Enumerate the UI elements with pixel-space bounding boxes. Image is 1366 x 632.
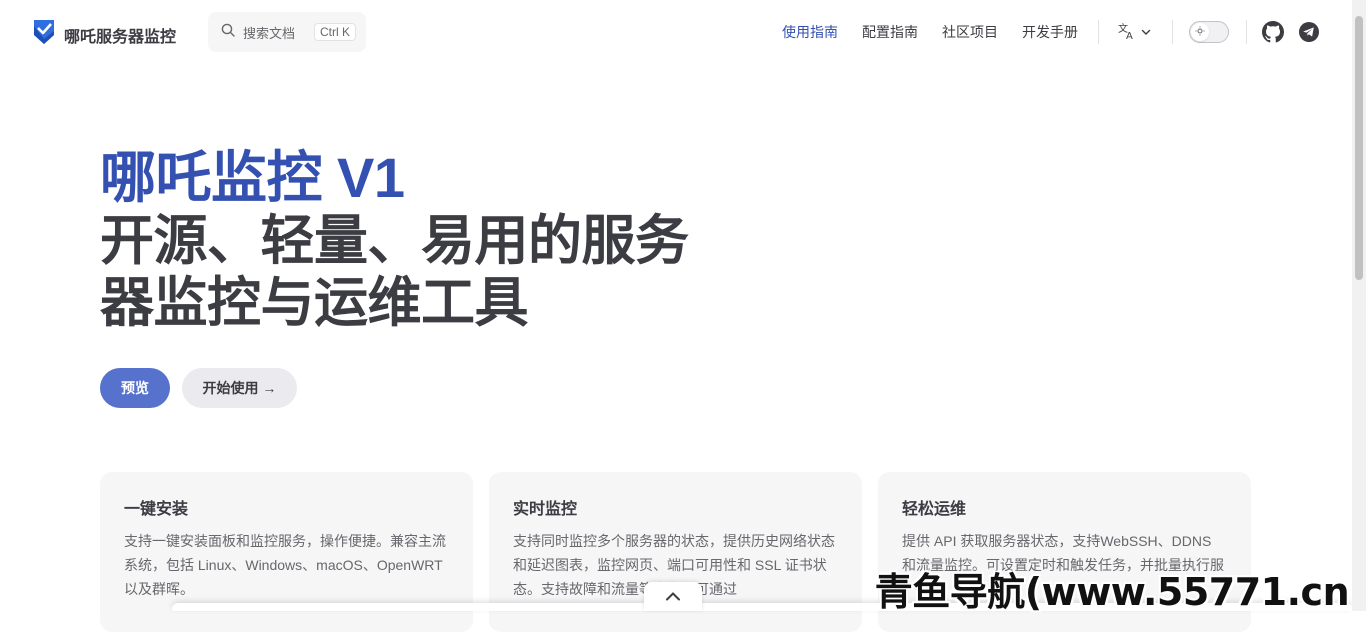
search-button[interactable]: 搜索文档 Ctrl K bbox=[208, 12, 366, 52]
nav-divider bbox=[1246, 20, 1247, 44]
feature-title: 一键安装 bbox=[124, 501, 189, 518]
get-started-button[interactable]: 开始使用 → bbox=[182, 368, 297, 408]
nav-link-guide[interactable]: 使用指南 bbox=[782, 22, 838, 42]
site-title: 哪吒服务器监控 bbox=[64, 28, 177, 46]
language-menu-button[interactable]: 文 A bbox=[1118, 22, 1152, 45]
chevron-up-icon bbox=[665, 588, 681, 606]
feature-title: 轻松运维 bbox=[902, 501, 967, 518]
scrollbar-thumb[interactable] bbox=[1355, 16, 1363, 280]
feature-details: 支持一键安装面板和监控服务，操作便捷。兼容主流系统，包括 Linux、Windo… bbox=[124, 533, 446, 597]
site-logo-link[interactable]: 哪吒服务器监控 bbox=[34, 20, 176, 49]
nav-divider bbox=[1172, 20, 1173, 44]
search-placeholder: 搜索文档 bbox=[243, 25, 296, 41]
preview-button[interactable]: 预览 bbox=[100, 368, 170, 408]
shield-check-logo-icon bbox=[34, 20, 54, 49]
nav-menu: 使用指南 配置指南 社区项目 开发手册 bbox=[782, 0, 1078, 64]
nav-link-config[interactable]: 配置指南 bbox=[862, 22, 918, 42]
language-icon: 文 A bbox=[1118, 22, 1136, 45]
svg-text:A: A bbox=[1126, 31, 1133, 40]
scrollbar[interactable] bbox=[1352, 0, 1366, 611]
watermark: 青鱼导航(www.55771.cn) bbox=[874, 570, 1366, 614]
search-shortcut-badge: Ctrl K bbox=[314, 23, 356, 41]
toggle-knob bbox=[1191, 23, 1209, 41]
top-nav: 哪吒服务器监控 搜索文档 Ctrl K 使用指南 配置指南 社区项目 开发手册 … bbox=[0, 0, 1352, 64]
theme-toggle[interactable] bbox=[1189, 21, 1229, 43]
nav-link-community[interactable]: 社区项目 bbox=[942, 22, 998, 42]
chevron-down-icon bbox=[1140, 25, 1152, 43]
hero-tagline: 开源、轻量、易用的服务器监控与运维工具 bbox=[100, 211, 689, 333]
github-icon[interactable] bbox=[1262, 21, 1284, 48]
nav-divider bbox=[1098, 20, 1099, 44]
expand-up-button[interactable] bbox=[644, 582, 702, 611]
hero-name: 哪吒监控 V1 bbox=[100, 146, 405, 209]
search-icon bbox=[221, 23, 235, 42]
telegram-icon[interactable] bbox=[1298, 21, 1320, 48]
nav-link-dev-manual[interactable]: 开发手册 bbox=[1022, 22, 1078, 42]
sun-icon bbox=[1195, 23, 1205, 41]
feature-title: 实时监控 bbox=[513, 501, 578, 518]
